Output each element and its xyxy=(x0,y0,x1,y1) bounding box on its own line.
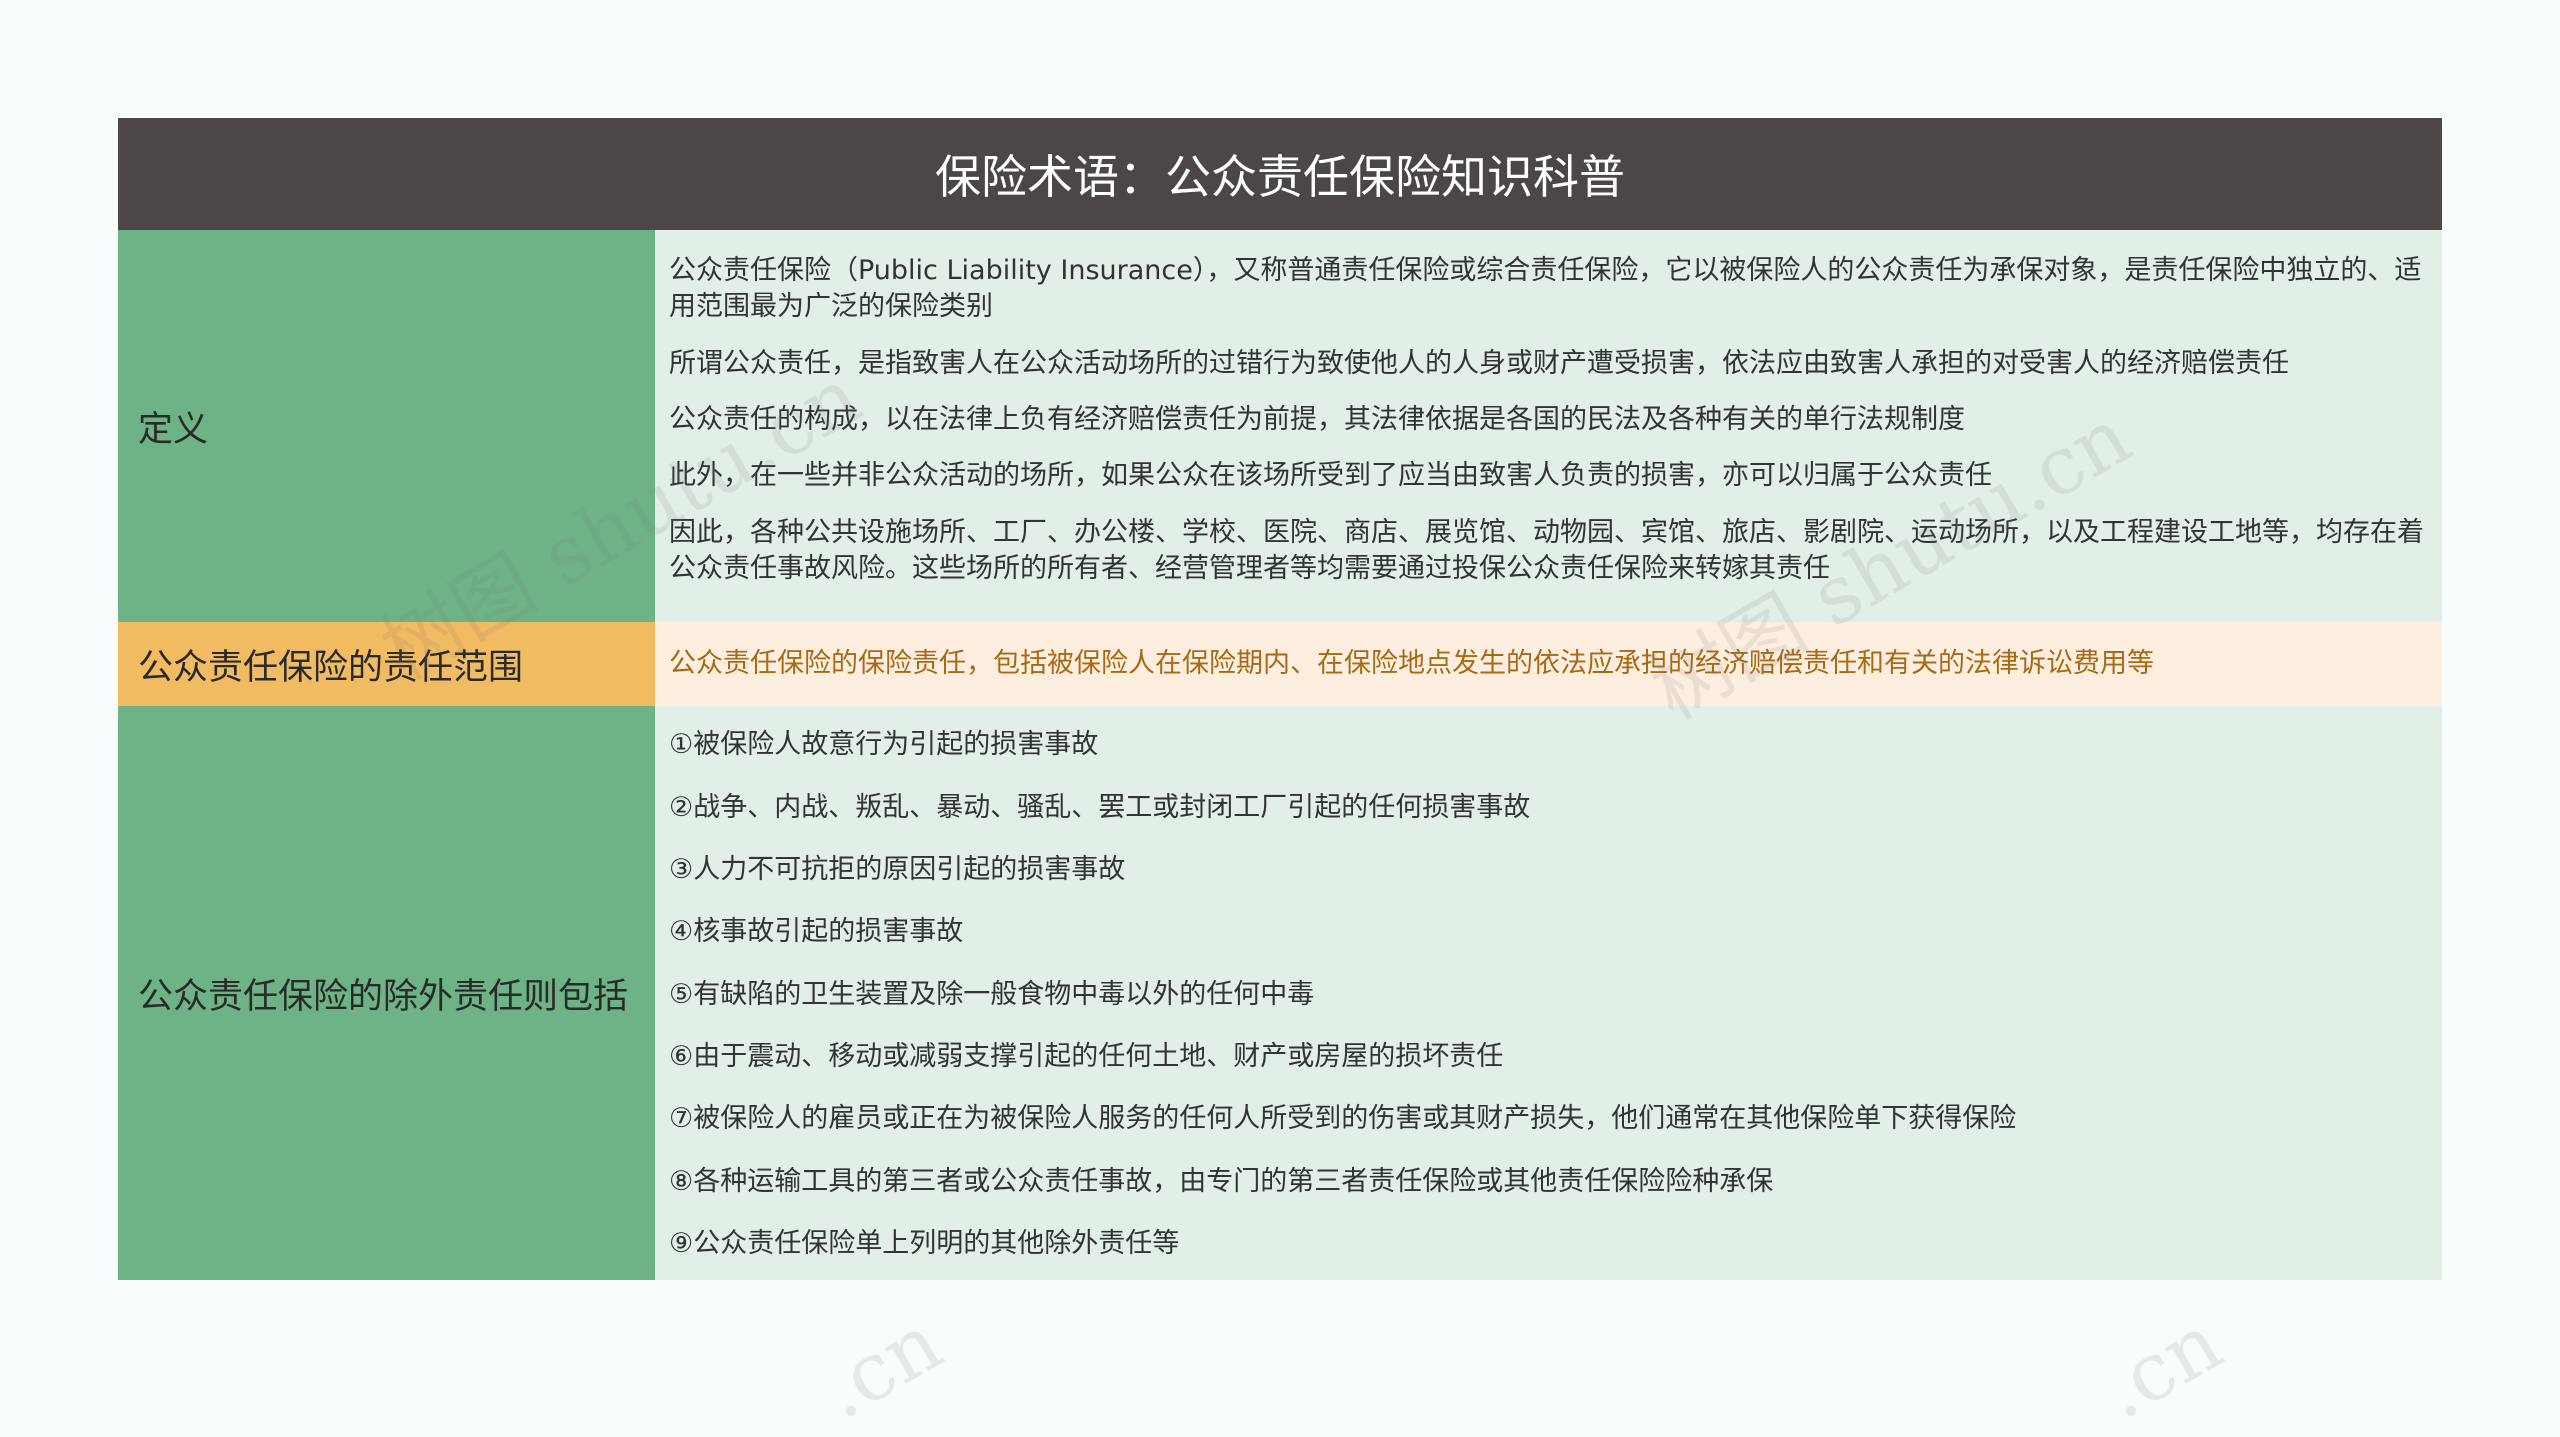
page-title-text: 保险术语：公众责任保险知识科普 xyxy=(935,150,1625,204)
section-label: 公众责任保险的除外责任则包括 xyxy=(118,706,655,1280)
section-label-text: 定义 xyxy=(138,409,209,450)
list-item: ④核事故引起的损害事故 xyxy=(669,916,964,948)
section-label: 定义 xyxy=(118,230,655,622)
list-item: ⑧各种运输工具的第三者或公众责任事故，由专门的第三者责任保险或其他责任保险险种承… xyxy=(669,1165,1774,1197)
list-item: 此外，在一些并非公众活动的场所，如果公众在该场所受到了应当由致害人负责的损害，亦… xyxy=(669,460,1992,491)
section-label: 公众责任保险的责任范围 xyxy=(118,622,655,706)
list-item: ⑨公众责任保险单上列明的其他除外责任等 xyxy=(669,1228,1180,1260)
list-item: ②战争、内战、叛乱、暴动、骚乱、罢工或封闭工厂引起的任何损害事故 xyxy=(669,791,1531,823)
list-item: ⑤有缺陷的卫生装置及除一般食物中毒以外的任何中毒 xyxy=(669,978,1315,1010)
section-content: ①被保险人故意行为引起的损害事故 ②战争、内战、叛乱、暴动、骚乱、罢工或封闭工厂… xyxy=(655,706,2442,1280)
list-item: 公众责任的构成，以在法律上负有经济赔偿责任为前提，其法律依据是各国的民法及各种有… xyxy=(669,404,1965,435)
page-title: 保险术语：公众责任保险知识科普 xyxy=(118,118,2442,230)
list-item: ⑥由于震动、移动或减弱支撑引起的任何土地、财产或房屋的损坏责任 xyxy=(669,1041,1504,1073)
mindmap-table: 保险术语：公众责任保险知识科普 定义 公众责任保险（Public Liabili… xyxy=(118,118,2442,1280)
watermark: .cn xyxy=(804,1295,957,1437)
section-exclusions: 公众责任保险的除外责任则包括 ①被保险人故意行为引起的损害事故 ②战争、内战、叛… xyxy=(118,706,2442,1280)
section-label-text: 公众责任保险的除外责任则包括 xyxy=(138,976,629,1017)
list-item: 所谓公众责任，是指致害人在公众活动场所的过错行为致使他人的人身或财产遭受损害，依… xyxy=(669,348,2289,379)
section-label-text: 公众责任保险的责任范围 xyxy=(138,647,524,688)
list-item: 公众责任保险的保险责任，包括被保险人在保险期内、在保险地点发生的依法应承担的经济… xyxy=(669,648,2154,679)
section-scope: 公众责任保险的责任范围 公众责任保险的保险责任，包括被保险人在保险期内、在保险地… xyxy=(118,622,2442,706)
section-content: 公众责任保险的保险责任，包括被保险人在保险期内、在保险地点发生的依法应承担的经济… xyxy=(655,622,2442,706)
list-item: ⑦被保险人的雇员或正在为被保险人服务的任何人所受到的伤害或其财产损失，他们通常在… xyxy=(669,1103,2017,1135)
list-item: 公众责任保险（Public Liability Insurance），又称普通责… xyxy=(669,255,2422,322)
list-item: ③人力不可抗拒的原因引起的损害事故 xyxy=(669,853,1126,885)
watermark: .cn xyxy=(2084,1295,2237,1437)
list-item: 因此，各种公共设施场所、工厂、办公楼、学校、医院、商店、展览馆、动物园、宾馆、旅… xyxy=(669,517,2424,584)
section-definition: 定义 公众责任保险（Public Liability Insurance），又称… xyxy=(118,230,2442,622)
section-content: 公众责任保险（Public Liability Insurance），又称普通责… xyxy=(655,230,2442,622)
list-item: ①被保险人故意行为引起的损害事故 xyxy=(669,729,1099,761)
